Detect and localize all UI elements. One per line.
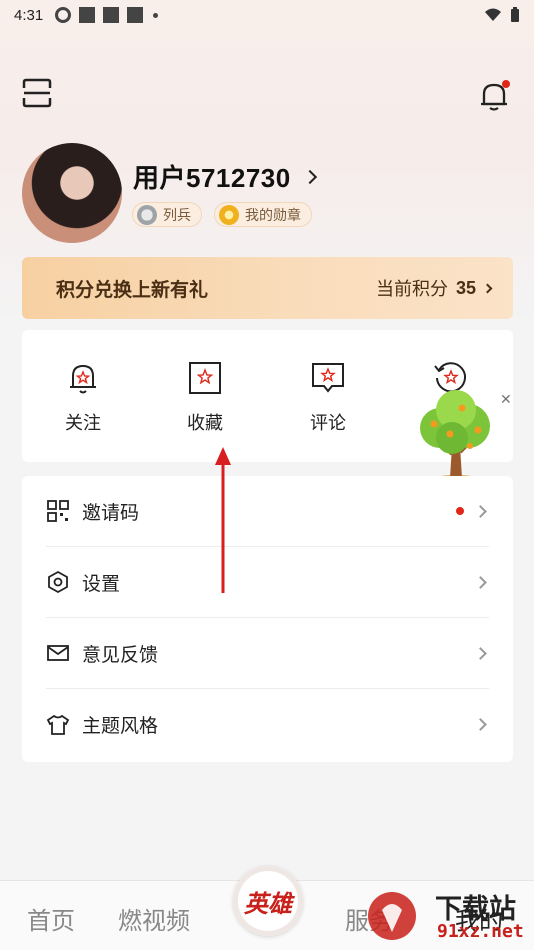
annotation-arrow-icon xyxy=(215,447,231,593)
notification-dot xyxy=(502,80,510,88)
action-follow[interactable]: 关注 xyxy=(33,360,133,435)
qr-code-icon xyxy=(47,500,69,522)
nav-videos[interactable]: 燃视频 xyxy=(118,901,190,936)
star-box-icon xyxy=(189,362,221,394)
action-favorites[interactable]: 收藏 xyxy=(155,360,255,435)
notification-square-icon xyxy=(127,7,144,23)
menu-label: 主题风格 xyxy=(82,716,159,737)
rank-badge[interactable]: 列兵 xyxy=(132,202,202,227)
settings-icon xyxy=(48,570,68,594)
menu-label: 意见反馈 xyxy=(82,644,159,666)
menu-card: 邀请码 设置 意见反馈 主题风格 xyxy=(22,476,513,762)
chevron-right-icon xyxy=(474,718,487,731)
action-favorites-label: 收藏 xyxy=(187,413,223,433)
close-icon[interactable]: ✕ xyxy=(500,391,512,408)
action-comments[interactable]: 评论 xyxy=(278,360,378,435)
action-follow-label: 关注 xyxy=(65,413,101,433)
shirt-icon xyxy=(46,714,70,735)
username-row[interactable]: 用户5712730 xyxy=(133,158,317,195)
mail-icon xyxy=(47,645,69,661)
rank-badge-label: 列兵 xyxy=(163,206,191,223)
scan-icon xyxy=(22,78,52,108)
menu-item-theme[interactable]: 主题风格 xyxy=(46,689,489,760)
new-dot xyxy=(456,507,464,515)
chevron-right-icon xyxy=(302,169,317,184)
notification-square-icon xyxy=(103,7,120,23)
chevron-right-icon xyxy=(474,575,487,589)
nav-center-button[interactable]: 英雄 xyxy=(233,866,303,936)
bell-star-icon xyxy=(70,364,96,394)
watermark-url: 91xz.net xyxy=(437,921,524,942)
avatar[interactable] xyxy=(22,143,122,243)
points-summary: 当前积分 35 xyxy=(375,275,493,301)
medals-badge[interactable]: 我的勋章 xyxy=(214,202,312,227)
nav-home[interactable]: 首页 xyxy=(27,901,75,936)
status-time: 4:31 xyxy=(14,6,44,24)
sync-icon xyxy=(55,7,72,23)
notification-square-icon xyxy=(79,7,96,23)
medal-icon xyxy=(219,204,239,225)
scan-button[interactable] xyxy=(20,76,54,110)
nav-center-label: 英雄 xyxy=(244,888,292,918)
chevron-right-icon xyxy=(474,504,487,518)
wifi-icon xyxy=(485,8,501,21)
menu-label: 设置 xyxy=(82,573,121,595)
battery-icon xyxy=(511,7,519,22)
menu-item-settings[interactable]: 设置 xyxy=(46,547,489,618)
comment-star-icon xyxy=(312,363,344,393)
notification-button[interactable] xyxy=(476,78,512,114)
points-banner[interactable]: 积分兑换上新有礼 当前积分 35 xyxy=(22,257,513,319)
menu-item-feedback[interactable]: 意见反馈 xyxy=(46,618,489,689)
chevron-right-icon xyxy=(482,283,493,293)
rank-badge-icon xyxy=(137,204,157,225)
points-value: 35 xyxy=(455,277,476,298)
medals-badge-label: 我的勋章 xyxy=(245,206,301,223)
points-title: 积分兑换上新有礼 xyxy=(56,279,209,301)
menu-label: 邀请码 xyxy=(82,502,140,524)
points-label: 当前积分 xyxy=(375,279,448,299)
menu-item-invite-code[interactable]: 邀请码 xyxy=(46,476,489,547)
badge-list: 列兵 我的勋章 xyxy=(132,202,312,227)
action-comments-label: 评论 xyxy=(310,413,346,433)
status-bar: 4:31 xyxy=(0,0,534,30)
chevron-right-icon xyxy=(474,646,487,660)
more-notifications-dot xyxy=(153,12,159,18)
username: 用户5712730 xyxy=(133,163,291,193)
